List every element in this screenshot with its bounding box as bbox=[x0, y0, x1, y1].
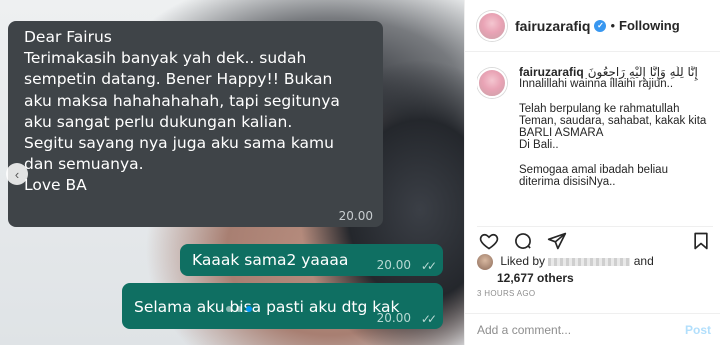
carousel-dot bbox=[236, 306, 242, 312]
separator-dot: • bbox=[610, 18, 616, 33]
header-username[interactable]: fairuzarafiq bbox=[515, 18, 590, 34]
caption-line: Telah berpulang ke rahmatullah bbox=[519, 102, 680, 115]
verified-badge-icon: ✓ bbox=[594, 19, 607, 32]
liked-by-label: Liked by bbox=[500, 254, 546, 269]
carousel-dot-active bbox=[246, 306, 252, 312]
comment-bar: Post bbox=[465, 313, 720, 345]
likes-summary: Liked by and 12,677 others bbox=[477, 254, 654, 285]
caption-line: Innalillahi wainna illaihi rajiun.. bbox=[519, 78, 674, 91]
message-line: Dear Fairus bbox=[24, 28, 112, 46]
post-comment-button[interactable]: Post bbox=[685, 323, 711, 337]
read-ticks-icon: ✓✓ bbox=[420, 259, 437, 273]
bookmark-icon[interactable] bbox=[691, 231, 711, 251]
caption-line: Di Bali.. bbox=[519, 139, 559, 152]
message-time: 20.00 bbox=[376, 258, 411, 272]
outgoing-chat-bubble: Kaaak sama2 yaaaa 20.00 ✓✓ bbox=[180, 244, 443, 276]
message-line: aku sangat perlu dukungan kalian. bbox=[24, 112, 293, 131]
message-line: Terimakasih banyak yah dek.. sudah bbox=[24, 49, 307, 68]
post-timestamp[interactable]: 3 HOURS AGO bbox=[477, 289, 535, 298]
message-line: Love BA bbox=[24, 176, 87, 195]
likes-and-label: and bbox=[633, 254, 654, 269]
caption-avatar[interactable] bbox=[477, 68, 507, 98]
share-icon[interactable] bbox=[547, 231, 567, 251]
carousel-indicator bbox=[226, 306, 252, 312]
read-ticks-icon: ✓✓ bbox=[420, 312, 437, 326]
post-sidebar: fairuzarafiq ✓ • Following fairuzarafiq … bbox=[464, 0, 720, 345]
liker-username-redacted[interactable] bbox=[548, 258, 631, 266]
post-media[interactable]: Dear Fairus Terimakasih banyak yah dek..… bbox=[0, 0, 464, 345]
message-time: 20.00 bbox=[338, 209, 373, 223]
caption-line: Semogaa amal ibadah beliau bbox=[519, 163, 668, 176]
caption-line: Teman, saudara, sahabat, kakak kita bbox=[519, 114, 707, 127]
message-text: Selama aku bisa pasti aku dtg kak bbox=[134, 298, 400, 316]
post-header: fairuzarafiq ✓ • Following bbox=[465, 0, 720, 52]
post-actions bbox=[477, 226, 713, 250]
likes-count[interactable]: 12,677 others bbox=[497, 271, 654, 285]
caption-line bbox=[519, 90, 717, 102]
incoming-chat-bubble: Dear Fairus Terimakasih banyak yah dek..… bbox=[8, 21, 383, 227]
caption-username[interactable]: fairuzarafiq bbox=[519, 66, 584, 78]
liker-avatar[interactable] bbox=[477, 254, 493, 270]
message-time: 20.00 bbox=[376, 311, 411, 325]
caption-body: fairuzarafiq إِنَّا لِلَّهِ وَإِنَّا إِل… bbox=[519, 66, 717, 188]
avatar[interactable] bbox=[477, 10, 507, 41]
caption-line: BARLI ASMARA bbox=[519, 127, 604, 139]
heart-icon[interactable] bbox=[479, 231, 499, 251]
message-line: aku maksa hahahahahah, tapi segitunya bbox=[24, 91, 340, 110]
chevron-left-icon[interactable]: ‹ bbox=[6, 163, 28, 185]
comment-icon[interactable] bbox=[513, 231, 533, 251]
message-line: Segitu sayang nya juga aku sama kamu bbox=[24, 134, 334, 153]
message-text: Kaaak sama2 yaaaa bbox=[192, 251, 349, 269]
message-line: sempetin datang. Bener Happy!! Bukan bbox=[24, 70, 333, 89]
carousel-dot bbox=[226, 306, 232, 312]
comment-input[interactable] bbox=[477, 322, 667, 337]
outgoing-chat-bubble: Selama aku bisa pasti aku dtg kak 20.00 … bbox=[122, 283, 443, 329]
caption-line bbox=[519, 151, 717, 163]
following-button[interactable]: Following bbox=[619, 18, 680, 33]
message-line: dan semuanya. bbox=[24, 155, 144, 174]
caption-line: diterima disisiNya.. bbox=[519, 175, 616, 188]
post-caption: fairuzarafiq إِنَّا لِلَّهِ وَإِنَّا إِل… bbox=[477, 66, 717, 216]
caption-arabic-text: إِنَّا لِلَّهِ وَإِنَّا إِلَيْهِ رَاجِعُ… bbox=[587, 66, 698, 79]
